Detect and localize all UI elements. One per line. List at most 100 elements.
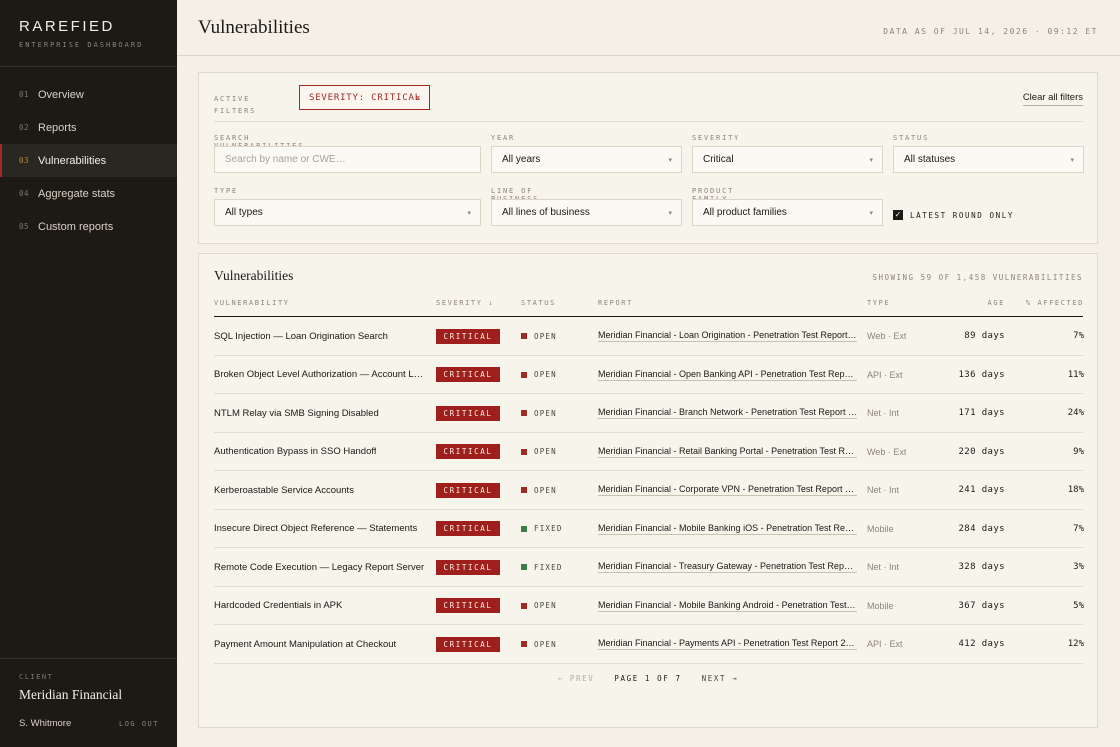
table-header: VULNERABILITY SEVERITY ↓ STATUS REPORT T… [214,297,1083,317]
report-link[interactable]: Meridian Financial - Retail Banking Port… [598,433,857,471]
severity-label: SEVERITY [692,134,741,142]
severity-value: Critical [703,154,734,165]
table-row[interactable]: Hardcoded Credentials in APK CRITICAL OPEN… [214,587,1084,625]
checkbox-checked-icon[interactable]: ✓ [893,210,903,220]
nav-number: 04 [19,189,30,198]
status-dot-icon [521,371,527,378]
type-cell: Web · Ext [867,331,907,341]
table-row[interactable]: NTLM Relay via SMB Signing Disabled CRITI… [214,394,1084,433]
status-select[interactable]: All statuses ▾ [893,146,1084,173]
report-link[interactable]: Meridian Financial - Payments API - Pene… [598,625,857,663]
product-value: All product families [703,207,787,218]
sidebar-item-vulnerabilities[interactable]: 03 Vulnerabilities [0,144,177,177]
table-row[interactable]: Authentication Bypass in SSO Handoff CRIT… [214,433,1084,471]
sidebar-item-label: Reports [38,121,77,134]
prev-page-button[interactable]: ← PREV [558,674,595,683]
severity-select[interactable]: Critical ▾ [692,146,883,173]
sidebar-item-custom-reports[interactable]: 05 Custom reports [0,210,177,243]
table-row[interactable]: Broken Object Level Authorization — Acco… [214,356,1084,394]
type-select[interactable]: All types ▾ [214,199,481,226]
column-header-report[interactable]: REPORT [598,299,633,307]
chevron-down-icon: ▾ [467,209,471,217]
table-row[interactable]: Remote Code Execution — Legacy Report Se… [214,548,1084,587]
page-title: Vulnerabilities [198,17,310,38]
severity-badge: CRITICAL [436,482,500,498]
close-icon[interactable]: × [415,93,421,102]
vulnerability-name[interactable]: Payment Amount Manipulation at Checkout [214,625,426,663]
sidebar: RAREFIED ENTERPRISE DASHBOARD 01 Overview… [0,0,177,747]
status-label: OPEN [534,485,557,495]
logout-button[interactable]: LOG OUT [119,720,159,728]
vulnerability-name[interactable]: Kerberoastable Service Accounts [214,471,426,509]
table-row[interactable]: Insecure Direct Object Reference — State… [214,510,1084,548]
vulnerability-name[interactable]: Insecure Direct Object Reference — State… [214,510,426,548]
column-header-severity[interactable]: SEVERITY ↓ [436,299,494,307]
sidebar-item-aggregate-stats[interactable]: 04 Aggregate stats [0,177,177,210]
affected-cell: 9% [1073,446,1084,457]
report-link[interactable]: Meridian Financial - Open Banking API - … [598,356,857,394]
report-link[interactable]: Meridian Financial - Mobile Banking Andr… [598,587,857,625]
column-header-affected[interactable]: % AFFECTED [1022,299,1084,307]
status-cell: OPEN [521,317,557,355]
vulnerability-name[interactable]: Remote Code Execution — Legacy Report Se… [214,548,426,586]
vulnerability-name[interactable]: Broken Object Level Authorization — Acco… [214,356,426,394]
type-cell: Net · Int [867,408,900,418]
type-cell: Net · Int [867,562,900,572]
affected-cell: 11% [1067,369,1084,380]
severity-badge: CRITICAL [436,598,500,613]
vulnerability-name[interactable]: SQL Injection — Loan Origination Search [214,317,426,355]
status-label: FIXED [534,562,563,572]
report-link[interactable]: Meridian Financial - Loan Origination - … [598,317,857,355]
report-link[interactable]: Meridian Financial - Corporate VPN - Pen… [598,471,857,509]
year-select[interactable]: All years ▾ [491,146,682,173]
sidebar-item-reports[interactable]: 02 Reports [0,111,177,144]
severity-cell: CRITICAL [436,356,500,394]
search-input[interactable]: Search by name or CWE… [214,146,481,173]
chevron-down-icon: ▾ [869,156,873,164]
table-title: Vulnerabilities [214,268,294,283]
latest-round-toggle[interactable]: ✓ LATEST ROUND ONLY [893,210,1014,220]
status-dot-icon [521,641,527,647]
age-cell: 367 days [958,600,1005,611]
status-dot-icon [521,487,527,493]
status-dot-icon [521,333,527,339]
severity-cell: CRITICAL [436,548,500,586]
table-row[interactable]: Kerberoastable Service Accounts CRITICAL O… [214,471,1084,510]
vulnerability-name[interactable]: Authentication Bypass in SSO Handoff [214,433,426,471]
age-cell: 241 days [958,485,1005,495]
severity-cell: CRITICAL [436,394,500,432]
client-info: CLIENT Meridian Financial [19,673,164,703]
table-row[interactable]: Payment Amount Manipulation at Checkout C… [214,625,1084,664]
clear-all-filters-button[interactable]: Clear all filters [1022,92,1083,106]
brand-logo[interactable]: RAREFIED [19,18,143,35]
age-cell: 220 days [958,446,1005,457]
vulnerability-name[interactable]: Hardcoded Credentials in APK [214,587,426,625]
age-cell: 412 days [958,639,1005,649]
report-link[interactable]: Meridian Financial - Branch Network - Pe… [598,394,857,432]
status-label: OPEN [534,639,557,649]
vulnerability-name[interactable]: NTLM Relay via SMB Signing Disabled [214,394,426,432]
report-link[interactable]: Meridian Financial - Mobile Banking iOS … [598,510,857,548]
sidebar-nav: 01 Overview 02 Reports 03 Vulnerabilities 04 Ag… [0,78,177,243]
age-cell: 284 days [958,523,1005,534]
report-link[interactable]: Meridian Financial - Treasury Gateway - … [598,548,857,586]
column-header-type[interactable]: TYPE [867,299,890,307]
active-filters-label: ACTIVE FILTERS [214,95,257,115]
column-header-vulnerability[interactable]: VULNERABILITY [214,299,290,307]
next-page-button[interactable]: NEXT → [702,674,739,683]
sidebar-item-overview[interactable]: 01 Overview [0,78,177,111]
type-label: TYPE [214,187,239,195]
brand: RAREFIED ENTERPRISE DASHBOARD [19,18,143,49]
year-value: All years [502,154,541,165]
filter-chip-severity[interactable]: SEVERITY: CRITICAL × [299,85,430,110]
status-label: OPEN [534,370,557,379]
type-cell: API · Ext [867,639,903,649]
column-header-status[interactable]: STATUS [521,299,556,307]
product-select[interactable]: All product families ▾ [692,199,883,226]
severity-cell: CRITICAL [436,317,500,355]
lob-select[interactable]: All lines of business ▾ [491,199,682,226]
table-row[interactable]: SQL Injection — Loan Origination Search C… [214,317,1084,356]
column-header-age[interactable]: AGE [934,299,1005,307]
type-cell: Net · Int [867,485,900,495]
sidebar-divider [0,658,177,659]
